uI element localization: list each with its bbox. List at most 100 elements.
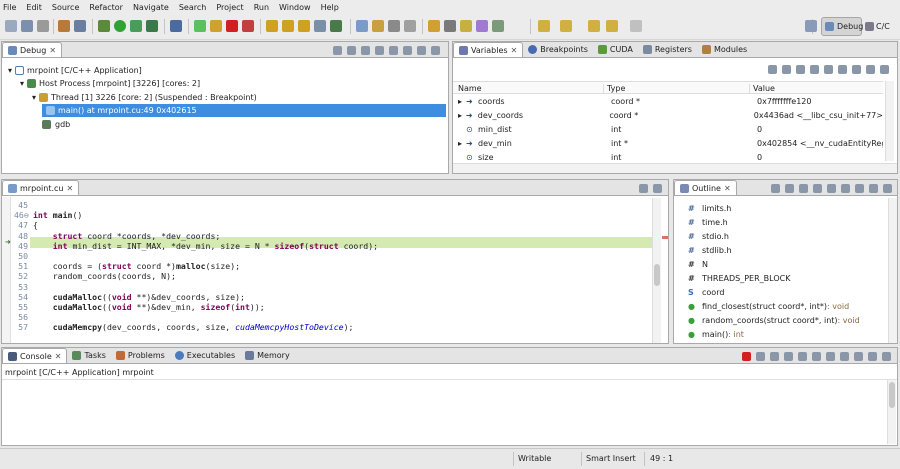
variables-scrollbar[interactable] xyxy=(885,81,894,161)
hide-static-icon[interactable] xyxy=(799,183,808,193)
build-icon[interactable] xyxy=(58,20,70,32)
outline-item[interactable]: Scoord xyxy=(688,286,724,299)
drop-to-frame-icon[interactable] xyxy=(314,20,326,32)
view-menu-icon[interactable] xyxy=(855,183,864,193)
tab-tasks[interactable]: Tasks xyxy=(67,348,110,363)
editor-scrollbar[interactable] xyxy=(652,198,661,343)
code-line[interactable]: int min_dist = INT_MAX, *dev_min, size =… xyxy=(33,241,378,251)
terminate-icon[interactable] xyxy=(742,351,751,361)
code-line[interactable]: struct coord *coords, *dev_coords; xyxy=(33,231,221,241)
toggle-mark-icon[interactable] xyxy=(404,20,416,32)
remove-launch-icon[interactable] xyxy=(756,351,765,361)
menu-file[interactable]: File xyxy=(3,3,16,12)
menu-help[interactable]: Help xyxy=(321,3,339,12)
run-icon[interactable] xyxy=(114,20,126,32)
step-over-icon[interactable] xyxy=(375,45,384,55)
open-type-icon[interactable] xyxy=(356,20,368,32)
add-global-icon[interactable] xyxy=(810,64,819,74)
outline-item[interactable]: ● main() : int xyxy=(688,328,744,341)
search-icon[interactable] xyxy=(388,20,400,32)
c-perspective-button[interactable]: C/C xyxy=(865,22,890,31)
tab-mrpoint-cu[interactable]: mrpoint.cu ✕ xyxy=(2,180,80,195)
code-line[interactable]: coords = (struct coord *)malloc(size); xyxy=(33,261,240,271)
outline-item[interactable]: # stdlib.h xyxy=(688,244,732,257)
expand-icon[interactable]: ▸ xyxy=(458,139,466,148)
collapse-icon[interactable]: ▾ xyxy=(8,66,12,75)
remove-all-icon[interactable] xyxy=(838,64,847,74)
outline-item[interactable]: ● random_coords(struct coord*, int) : voi… xyxy=(688,314,860,327)
outline-item[interactable]: ● find_closest(struct coord*, int*) : voi… xyxy=(688,300,849,313)
outline-item[interactable]: # THREADS_PER_BLOCK xyxy=(688,272,790,285)
step-into-icon[interactable] xyxy=(361,45,370,55)
tab-problems[interactable]: Problems xyxy=(111,348,170,363)
maximize-icon[interactable] xyxy=(431,45,440,55)
scroll-lock-icon[interactable] xyxy=(798,351,807,361)
collapse-all-icon[interactable] xyxy=(796,64,805,74)
view-menu-icon[interactable] xyxy=(852,64,861,74)
minimize-icon[interactable] xyxy=(869,183,878,193)
step-return-icon[interactable] xyxy=(298,20,310,32)
external-icon[interactable] xyxy=(492,20,504,32)
skip-breakpoints-icon[interactable] xyxy=(170,20,182,32)
instruction-stepping-icon[interactable] xyxy=(330,20,342,32)
menu-navigate[interactable]: Navigate xyxy=(133,3,169,12)
column-name[interactable]: Name xyxy=(458,84,482,93)
forward-back-icon[interactable] xyxy=(606,20,618,32)
remove-all-icon[interactable] xyxy=(770,351,779,361)
pin-icon[interactable] xyxy=(444,20,456,32)
open-task-icon[interactable] xyxy=(428,20,440,32)
minimize-icon[interactable] xyxy=(866,64,875,74)
tree-item-process[interactable]: ▾ Host Process [mrpoint] [3226] [cores: … xyxy=(20,77,200,90)
step-into-icon[interactable] xyxy=(266,20,278,32)
view-menu-icon[interactable] xyxy=(403,45,412,55)
close-icon[interactable]: ✕ xyxy=(511,46,518,55)
show-logical-icon[interactable] xyxy=(782,64,791,74)
debug-perspective-button[interactable]: Debug xyxy=(821,17,863,36)
build-dropdown-icon[interactable] xyxy=(74,20,86,32)
tab-modules[interactable]: Modules xyxy=(697,42,752,57)
minimize-icon[interactable] xyxy=(417,45,426,55)
disconnect-icon[interactable] xyxy=(242,20,254,32)
annotation-icon[interactable] xyxy=(476,20,488,32)
tree-item-thread[interactable]: ▾ Thread [1] 3226 [core: 2] (Suspended :… xyxy=(32,91,257,104)
open-console-icon[interactable] xyxy=(840,351,849,361)
console-scroll-thumb[interactable] xyxy=(889,382,895,408)
close-icon[interactable]: ✕ xyxy=(724,184,731,193)
open-folder-icon[interactable] xyxy=(372,20,384,32)
maximize-icon[interactable] xyxy=(883,183,892,193)
close-icon[interactable]: ✕ xyxy=(49,46,56,55)
sort-icon[interactable] xyxy=(771,183,780,193)
code-line[interactable]: cudaMalloc((void **)&dev_min, sizeof(int… xyxy=(33,302,265,312)
tab-executables[interactable]: Executables xyxy=(170,348,240,363)
hide-macros-icon[interactable] xyxy=(827,183,836,193)
code-line[interactable]: int main() xyxy=(33,210,82,220)
collapse-icon[interactable]: ▾ xyxy=(20,79,24,88)
terminate-icon[interactable] xyxy=(226,20,238,32)
hide-non-public-icon[interactable] xyxy=(813,183,822,193)
tree-item-gdb[interactable]: gdb xyxy=(32,118,70,131)
menu-run[interactable]: Run xyxy=(254,3,269,12)
code-line[interactable]: { xyxy=(33,220,38,230)
tab-variables[interactable]: Variables ✕ xyxy=(453,42,524,57)
tab-registers[interactable]: Registers xyxy=(638,42,697,57)
tree-item-launch[interactable]: ▾ mrpoint [C/C++ Application] xyxy=(8,64,142,77)
variable-row-dev-min[interactable]: ▸ ➜ dev_min int * 0x402854 <__nv_cudaEnt… xyxy=(458,137,883,150)
clear-console-icon[interactable] xyxy=(784,351,793,361)
outline-item[interactable]: # limits.h xyxy=(688,202,731,215)
resume-icon[interactable] xyxy=(194,20,206,32)
tab-memory[interactable]: Memory xyxy=(240,348,295,363)
open-perspective-icon[interactable] xyxy=(805,20,817,32)
external-tools-icon[interactable] xyxy=(146,20,158,32)
prev-annotation-icon[interactable] xyxy=(560,20,572,32)
column-value[interactable]: Value xyxy=(749,84,775,93)
close-icon[interactable]: ✕ xyxy=(67,184,74,193)
menu-edit[interactable]: Edit xyxy=(26,3,42,12)
debug-icon[interactable] xyxy=(98,20,110,32)
outline-item[interactable]: # time.h xyxy=(688,216,728,229)
next-annotation-icon[interactable] xyxy=(538,20,550,32)
step-return-icon[interactable] xyxy=(389,45,398,55)
save-icon[interactable] xyxy=(21,20,33,32)
minimize-icon[interactable] xyxy=(868,351,877,361)
display-console-icon[interactable] xyxy=(826,351,835,361)
variable-row-min-dist[interactable]: ⊙ min_dist int 0 xyxy=(458,123,883,136)
